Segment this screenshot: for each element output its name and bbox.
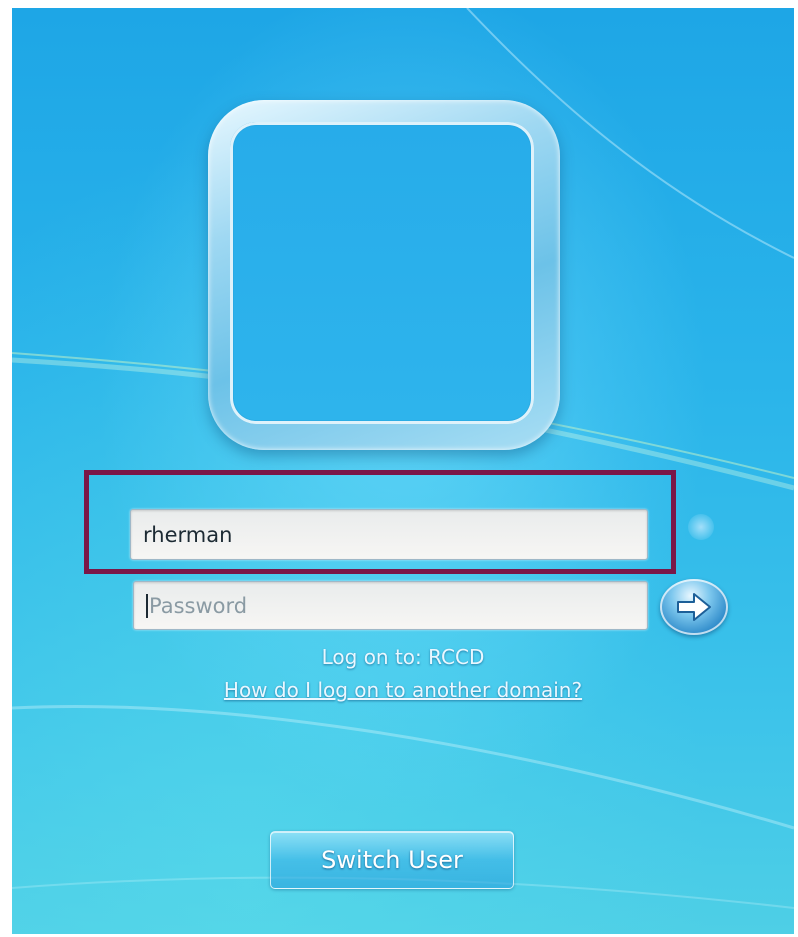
logon-domain-text: Log on to: RCCD xyxy=(321,645,485,669)
user-tile-frame xyxy=(208,100,560,450)
arrow-right-icon xyxy=(677,593,711,621)
username-field[interactable]: rherman xyxy=(130,509,648,560)
other-domain-link[interactable]: How do I log on to another domain? xyxy=(12,678,794,702)
switch-user-button[interactable]: Switch User xyxy=(270,831,514,889)
username-value: rherman xyxy=(143,522,233,547)
submit-button[interactable] xyxy=(660,579,728,635)
screenshot-frame: rherman Password Log on to: RCCD How do … xyxy=(0,0,798,937)
decorative-glow-dot xyxy=(688,514,714,540)
logon-screen: rherman Password Log on to: RCCD How do … xyxy=(12,8,794,934)
password-placeholder: Password xyxy=(149,593,248,618)
user-avatar xyxy=(234,126,530,420)
text-caret xyxy=(146,593,148,618)
password-field[interactable]: Password xyxy=(133,581,648,630)
